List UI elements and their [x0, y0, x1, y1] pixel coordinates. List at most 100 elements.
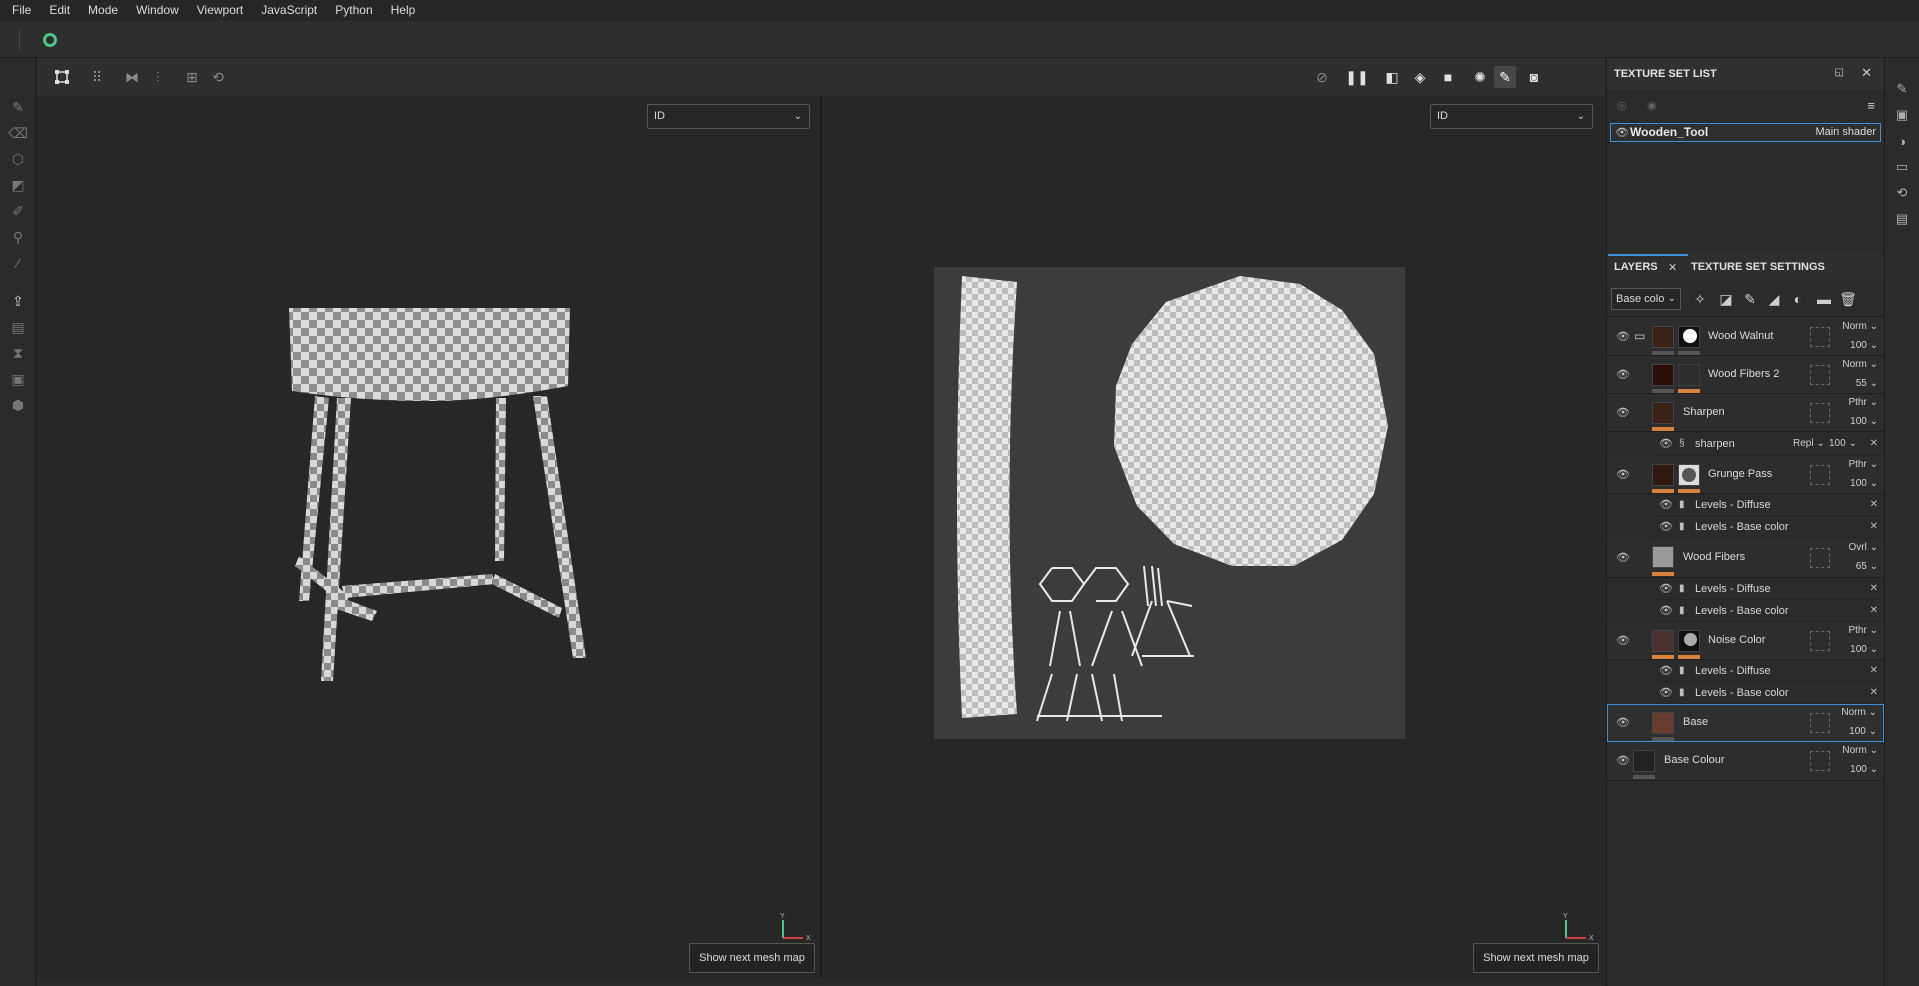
remove-icon[interactable]: ✕ [1870, 516, 1878, 538]
layer-mask-thumbnail[interactable] [1678, 464, 1700, 486]
add-icon[interactable]: ⊞ [181, 66, 203, 88]
solo-icon[interactable]: ◉ [1647, 99, 1657, 112]
eye-icon[interactable]: 👁 [1616, 553, 1630, 564]
layer-opacity[interactable]: 100 ⌄ [1850, 644, 1878, 655]
layer-row-selected[interactable]: 👁 Base Norm ⌄ 100 ⌄ [1607, 704, 1884, 742]
history-icon[interactable]: ⧗ [9, 344, 27, 362]
layer-blend-mode[interactable]: Ovrl ⌄ [1848, 542, 1878, 553]
layer-opacity[interactable]: 100 ⌄ [1850, 478, 1878, 489]
display-icon[interactable]: ▣ [1893, 106, 1911, 124]
layer-row[interactable]: 👁 Grunge Pass Pthr ⌄ 100 ⌄ [1607, 456, 1884, 494]
clone-icon[interactable]: ⚲ [9, 228, 27, 246]
menu-edit[interactable]: Edit [43, 0, 76, 21]
pause-icon[interactable]: ❚❚ [1345, 66, 1368, 88]
history-icon[interactable]: ⟲ [1893, 184, 1911, 202]
menu-mode[interactable]: Mode [82, 0, 124, 21]
smudge-icon[interactable]: ✐ [9, 202, 27, 220]
layer-name[interactable]: Wood Fibers 2 [1708, 368, 1779, 380]
add-paint-layer-icon[interactable]: ✎ [1741, 290, 1759, 308]
filter-row[interactable]: 👁 § sharpen Repl ⌄ 100 ⌄ ✕ [1653, 432, 1884, 456]
tab-texture-set-settings[interactable]: TEXTURE SET SETTINGS [1691, 254, 1825, 281]
shelf-icon[interactable]: ✎ [1893, 80, 1911, 98]
layer-properties-box[interactable] [1810, 403, 1830, 423]
layer-blend-mode[interactable]: Norm ⌄ [1842, 745, 1878, 756]
layer-properties-box[interactable] [1810, 751, 1830, 771]
layer-properties-box[interactable] [1810, 465, 1830, 485]
eraser-icon[interactable]: ⌫ [8, 124, 28, 142]
layer-name[interactable]: Base Colour [1664, 754, 1725, 766]
layer-name[interactable]: Base [1683, 716, 1708, 728]
close-icon[interactable]: ✕ [1861, 65, 1872, 81]
reset-icon[interactable]: ⟲ [207, 66, 229, 88]
menu-window[interactable]: Window [130, 0, 185, 21]
layer-blend-mode[interactable]: Pthr ⌄ [1848, 459, 1878, 470]
effect-row[interactable]: 👁 ▮ Levels - Diffuse ✕ [1653, 494, 1884, 516]
layer-name[interactable]: Wood Fibers [1683, 551, 1745, 563]
menu-python[interactable]: Python [329, 0, 378, 21]
effect-row[interactable]: 👁 ▮ Levels - Diffuse ✕ [1653, 660, 1884, 682]
show-next-mesh-map-button[interactable]: Show next mesh map [689, 943, 815, 973]
texture-set-icon[interactable]: ▭ [1893, 158, 1911, 176]
eye-icon[interactable]: 👁 [1659, 439, 1673, 450]
eye-icon[interactable]: 👁 [1616, 756, 1630, 767]
eye-icon[interactable]: 👁 [1659, 666, 1673, 677]
layer-mask-thumbnail[interactable] [1678, 364, 1700, 386]
projection-icon[interactable]: ⬡ [9, 150, 27, 168]
eye-icon[interactable]: 👁 [1659, 688, 1673, 699]
layer-opacity[interactable]: 100 ⌄ [1850, 416, 1878, 427]
layer-row[interactable]: 👁 Base Colour Norm ⌄ 100 ⌄ [1607, 742, 1884, 781]
add-mask-icon[interactable]: ◪ [1717, 290, 1735, 308]
remove-icon[interactable]: ✕ [1870, 578, 1878, 600]
show-next-mesh-map-button[interactable]: Show next mesh map [1473, 943, 1599, 973]
effect-row[interactable]: 👁 ▮ Levels - Base color ✕ [1653, 600, 1884, 622]
environment-icon[interactable]: ◑ [1893, 132, 1911, 150]
filter-opacity[interactable]: 100 ⌄ [1829, 432, 1857, 456]
app-logo-icon[interactable] [43, 33, 57, 47]
layer-opacity[interactable]: 100 ⌄ [1850, 764, 1878, 775]
layer-properties-box[interactable] [1810, 631, 1830, 651]
filter-blend[interactable]: Repl ⌄ [1793, 432, 1825, 456]
layer-row[interactable]: 👁 Noise Color Pthr ⌄ 100 ⌄ [1607, 622, 1884, 660]
layer-blend-mode[interactable]: Norm ⌄ [1841, 707, 1877, 718]
eye-icon[interactable]: 👁 [1616, 718, 1630, 729]
remove-icon[interactable]: ✕ [1870, 600, 1878, 622]
add-smart-material-icon[interactable]: ◐ [1789, 290, 1807, 308]
eye-icon[interactable]: 👁 [1616, 370, 1630, 381]
delete-layer-icon[interactable]: 🗑 [1839, 290, 1857, 308]
close-tab-icon[interactable]: ✕ [1668, 261, 1677, 274]
channel-select[interactable]: Base colo ⌄ [1611, 288, 1681, 310]
layer-blend-mode[interactable]: Norm ⌄ [1842, 359, 1878, 370]
polygon-fill-icon[interactable]: ◩ [9, 176, 27, 194]
display-settings-icon[interactable]: ▣ [9, 370, 27, 388]
align-icon[interactable]: ⫶ [147, 66, 169, 88]
layer-opacity[interactable]: 65 ⌄ [1856, 561, 1878, 572]
layer-blend-mode[interactable]: Pthr ⌄ [1848, 625, 1878, 636]
layer-properties-box[interactable] [1810, 548, 1830, 568]
layer-name[interactable]: Noise Color [1708, 634, 1765, 646]
layer-opacity[interactable]: 55 ⌄ [1856, 378, 1878, 389]
layer-properties-box[interactable] [1810, 327, 1830, 347]
eye-icon[interactable]: 👁 [1659, 606, 1673, 617]
undock-icon[interactable]: ◱ [1835, 67, 1844, 78]
eye-icon[interactable]: 👁 [1659, 584, 1673, 595]
eye-icon[interactable]: 👁 [1616, 408, 1630, 419]
effect-row[interactable]: 👁 ▮ Levels - Base color ✕ [1653, 516, 1884, 538]
viewport-3d[interactable]: ID ⌄ Y X Show next mesh map [37, 96, 820, 978]
layer-name[interactable]: Grunge Pass [1708, 468, 1772, 480]
log-icon[interactable]: ▤ [1893, 210, 1911, 228]
mesh-icon[interactable]: ⬢ [9, 396, 27, 414]
layer-opacity[interactable]: 100 ⌄ [1849, 726, 1877, 737]
eye-icon[interactable]: 👁 [1616, 636, 1630, 647]
symmetry-icon[interactable]: ⧓ [121, 66, 143, 88]
split-view-icon[interactable]: ◧ [1381, 66, 1403, 88]
hide-overlay-icon[interactable]: ⊘ [1311, 66, 1333, 88]
menu-file[interactable]: File [6, 0, 37, 21]
tab-layers[interactable]: LAYERS [1608, 254, 1687, 281]
paint-mode-icon[interactable]: ✎ [1494, 66, 1516, 88]
color-picker-icon[interactable]: ⁄ [9, 254, 27, 272]
remove-icon[interactable]: ✕ [1870, 432, 1878, 456]
texture-set-menu-icon[interactable]: ≡ [1867, 98, 1875, 113]
remove-icon[interactable]: ✕ [1870, 494, 1878, 516]
texture-set-shader[interactable]: Main shader [1815, 124, 1876, 141]
screenshot-icon[interactable]: ◙ [1523, 66, 1545, 88]
